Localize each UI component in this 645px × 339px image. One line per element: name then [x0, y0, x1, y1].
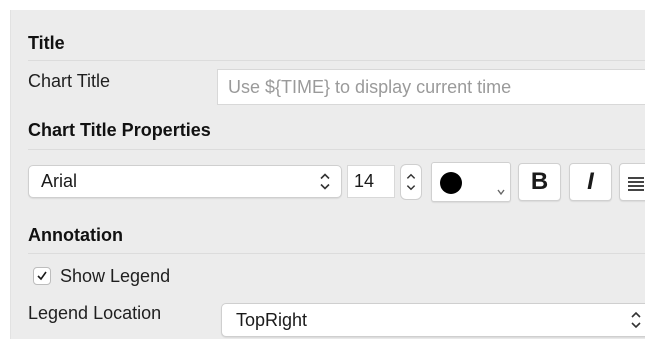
stepper-arrows-icon [406, 173, 416, 191]
chevron-updown-icon [631, 311, 641, 329]
font-family-select[interactable]: Arial [28, 165, 342, 198]
bold-label: B [530, 168, 549, 195]
bold-button[interactable]: B [518, 163, 561, 201]
align-button[interactable] [619, 163, 645, 201]
chart-settings-panel: Title Chart Title Use ${TIME} to display… [10, 10, 645, 339]
annotation-heading: Annotation [28, 225, 123, 245]
chart-title-input[interactable]: Use ${TIME} to display current time [217, 69, 645, 105]
show-legend-checkbox[interactable] [33, 267, 51, 285]
divider [28, 149, 645, 150]
divider [28, 253, 645, 254]
font-size-stepper[interactable] [400, 164, 422, 200]
title-section-heading: Title [28, 33, 65, 53]
legend-location-select[interactable]: TopRight [221, 303, 645, 337]
legend-location-label: Legend Location [28, 303, 162, 323]
font-size-input[interactable]: 14 [347, 165, 395, 198]
chart-title-properties-heading: Chart Title Properties [28, 120, 211, 140]
chart-title-label: Chart Title [28, 71, 111, 91]
color-swatch-icon [440, 172, 462, 194]
divider [28, 60, 645, 61]
checkmark-icon [37, 271, 47, 281]
chevron-down-icon [497, 189, 505, 196]
align-text-icon [628, 177, 644, 191]
italic-label: I [587, 168, 594, 195]
chevron-updown-icon [320, 173, 330, 190]
font-family-value: Arial [41, 171, 78, 191]
show-legend-label[interactable]: Show Legend [60, 266, 170, 287]
italic-button[interactable]: I [569, 163, 612, 201]
legend-location-value: TopRight [236, 310, 308, 330]
title-color-well[interactable] [431, 162, 511, 202]
